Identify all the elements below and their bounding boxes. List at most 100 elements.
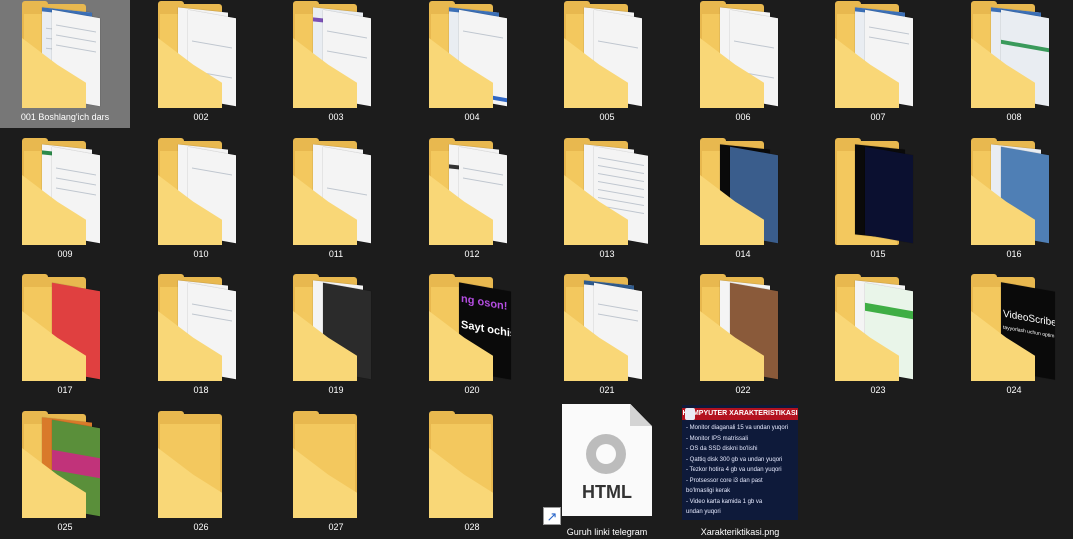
folder-icon: ng oson! Sayt ochis (429, 274, 515, 381)
folder-label: 008 (1006, 112, 1022, 122)
folder-icon (22, 274, 108, 381)
folder-018[interactable]: 018 (136, 273, 266, 401)
folder-icon (158, 411, 244, 518)
png-line: - Video karta kamida 1 gb va (686, 498, 763, 505)
folder-label: 027 (328, 522, 344, 532)
png-file-label[interactable]: Xarakteriktikasi.png (682, 527, 798, 537)
folder-label: 002 (193, 112, 209, 122)
folder-label: 015 (870, 249, 886, 259)
folder-label: 006 (735, 112, 751, 122)
folder-label: 003 (328, 112, 344, 122)
folder-017[interactable]: 017 (0, 273, 130, 401)
folder-icon (835, 1, 921, 108)
folder-004[interactable]: 004 (407, 0, 537, 128)
folder-icon (700, 138, 786, 245)
png-title: KOMPYUTER XARAKTERISTIKASI (682, 408, 798, 420)
folder-023[interactable]: 023 (813, 273, 943, 401)
folder-label: 007 (870, 112, 886, 122)
folder-022[interactable]: 022 (678, 273, 808, 401)
png-line: - Tezkor hotira 4 gb va undan yuqori (686, 467, 782, 473)
folder-016[interactable]: 016 (949, 137, 1073, 265)
folder-label: 005 (599, 112, 615, 122)
folder-007[interactable]: 007 (813, 0, 943, 128)
folder-icon (293, 274, 379, 381)
folder-icon (971, 1, 1057, 108)
folder-label: 012 (464, 249, 480, 259)
folder-label: 024 (1006, 385, 1022, 395)
folder-006[interactable]: 006 (678, 0, 808, 128)
folder-008[interactable]: 008 (949, 0, 1073, 128)
folder-027[interactable]: 027 (271, 410, 401, 538)
folder-label: 020 (464, 385, 480, 395)
browser-logo-icon (586, 434, 626, 474)
folder-icon (429, 138, 515, 245)
folder-icon (835, 274, 921, 381)
png-line: - Monitor diaganali 15 va undan yuqori (686, 425, 789, 431)
folder-icon (293, 411, 379, 518)
folder-icon (158, 1, 244, 108)
folder-label: 017 (57, 385, 73, 395)
html-shortcut-file[interactable]: HTML (562, 404, 652, 516)
folder-label: 025 (57, 522, 73, 532)
folder-label: 022 (735, 385, 751, 395)
folder-icon (22, 1, 108, 108)
folder-icon (564, 138, 650, 245)
folder-label: 013 (599, 249, 615, 259)
folder-label: 010 (193, 249, 209, 259)
png-line: bo'lmasligi kerak (686, 488, 731, 494)
folder-013[interactable]: 013 (542, 137, 672, 265)
folder-label: 001 Boshlang'ich dars (20, 112, 110, 122)
png-file-thumbnail[interactable]: KOMPYUTER XARAKTERISTIKASI - Monitor dia… (682, 405, 798, 520)
folder-009[interactable]: 009 (0, 137, 130, 265)
html-badge: HTML (582, 482, 632, 502)
folder-icon: VideoScribe tayyorlash uchun optim (971, 274, 1057, 381)
png-line: - OS da SSD diskni bo'lishi (686, 446, 758, 452)
folder-label: 021 (599, 385, 615, 395)
folder-028[interactable]: 028 (407, 410, 537, 538)
folder-005[interactable]: 005 (542, 0, 672, 128)
folder-014[interactable]: 014 (678, 137, 808, 265)
folder-015[interactable]: 015 (813, 137, 943, 265)
folder-label: 014 (735, 249, 751, 259)
png-line: undan yuqori (686, 509, 721, 515)
folder-019[interactable]: 019 (271, 273, 401, 401)
folder-025[interactable]: 025 (0, 410, 130, 538)
png-logo-icon (685, 408, 695, 420)
folder-label: 011 (328, 249, 344, 259)
folder-icon (971, 138, 1057, 245)
folder-001[interactable]: 001 Boshlang'ich dars (0, 0, 130, 128)
folder-label: 004 (464, 112, 480, 122)
png-line: - Qattiq disk 300 gb va undan yuqori (686, 456, 783, 463)
folder-026[interactable]: 026 (136, 410, 266, 538)
folder-icon (564, 1, 650, 108)
png-line: - Monitor IPS matrissali (686, 435, 749, 442)
folder-icon (700, 1, 786, 108)
shortcut-arrow-icon: ↗ (543, 507, 561, 525)
folder-002[interactable]: 002 (136, 0, 266, 128)
folder-icon (700, 274, 786, 381)
folder-label: 019 (328, 385, 344, 395)
folder-003[interactable]: 003 (271, 0, 401, 128)
folder-021[interactable]: 021 (542, 273, 672, 401)
folder-010[interactable]: 010 (136, 137, 266, 265)
folder-icon (158, 274, 244, 381)
folder-label: 023 (870, 385, 886, 395)
folder-label: 026 (193, 522, 209, 532)
folder-icon (22, 411, 108, 518)
folder-020[interactable]: ng oson! Sayt ochis 020 (407, 273, 537, 401)
folder-label: 016 (1006, 249, 1022, 259)
folder-icon (22, 138, 108, 245)
folder-012[interactable]: 012 (407, 137, 537, 265)
folder-label: 018 (193, 385, 209, 395)
png-line: - Protsessor core i3 dan past (686, 477, 763, 484)
html-file-label[interactable]: Guruh linki telegram (545, 527, 669, 537)
folder-024[interactable]: VideoScribe tayyorlash uchun optim 024 (949, 273, 1073, 401)
folder-icon (293, 1, 379, 108)
thumb-text: ng oson! (461, 292, 508, 313)
thumb-text: Sayt ochis (461, 318, 511, 340)
folder-icon (429, 411, 515, 518)
folder-011[interactable]: 011 (271, 137, 401, 265)
folder-label: 009 (57, 249, 73, 259)
folder-icon (429, 1, 515, 108)
folder-label: 028 (464, 522, 480, 532)
